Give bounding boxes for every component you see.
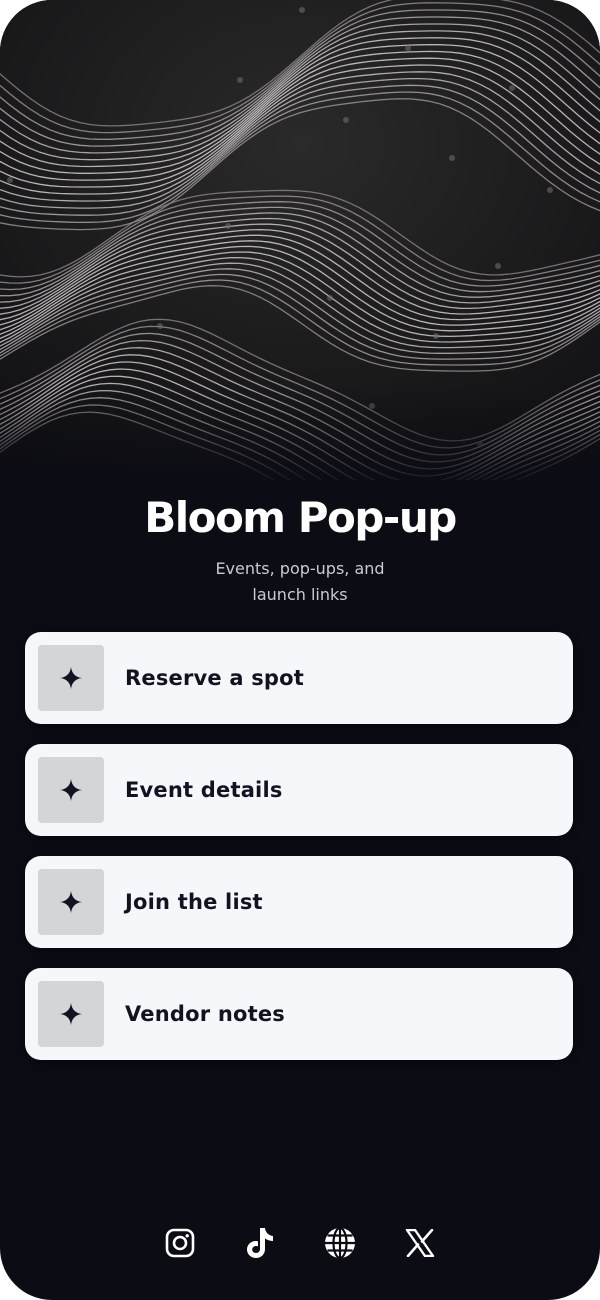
link-vendor-notes[interactable]: Vendor notes (25, 968, 573, 1060)
link-label: Vendor notes (125, 1002, 285, 1026)
link-event-details[interactable]: Event details (25, 744, 573, 836)
link-join-the-list[interactable]: Join the list (25, 856, 573, 948)
tiktok-link[interactable] (241, 1220, 279, 1266)
link-icon-tile (38, 869, 104, 935)
link-reserve-a-spot[interactable]: Reserve a spot (25, 632, 573, 724)
sparkle-icon (60, 891, 82, 913)
x-icon (405, 1229, 435, 1257)
website-link[interactable] (321, 1220, 359, 1266)
link-icon-tile (38, 981, 104, 1047)
sparkle-icon (60, 1003, 82, 1025)
link-list: Reserve a spot Event details Join the li… (25, 632, 573, 1080)
instagram-icon (165, 1228, 195, 1258)
link-icon-tile (38, 645, 104, 711)
page-title: Bloom Pop-up (144, 493, 457, 542)
globe-icon (325, 1226, 355, 1260)
link-label: Reserve a spot (125, 666, 305, 690)
page-subtitle: Events, pop-ups, and launch links (215, 559, 385, 604)
link-label: Join the list (125, 890, 263, 914)
sparkle-icon (60, 779, 82, 801)
sparkle-icon (60, 667, 82, 689)
social-links (0, 1220, 600, 1266)
hero-wave-image (0, 0, 600, 480)
link-label: Event details (125, 778, 283, 802)
instagram-link[interactable] (161, 1220, 199, 1266)
profile-page: Bloom Pop-up Events, pop-ups, and launch… (0, 0, 600, 1300)
x-link[interactable] (401, 1220, 439, 1266)
link-icon-tile (38, 757, 104, 823)
tiktok-icon (247, 1228, 273, 1258)
